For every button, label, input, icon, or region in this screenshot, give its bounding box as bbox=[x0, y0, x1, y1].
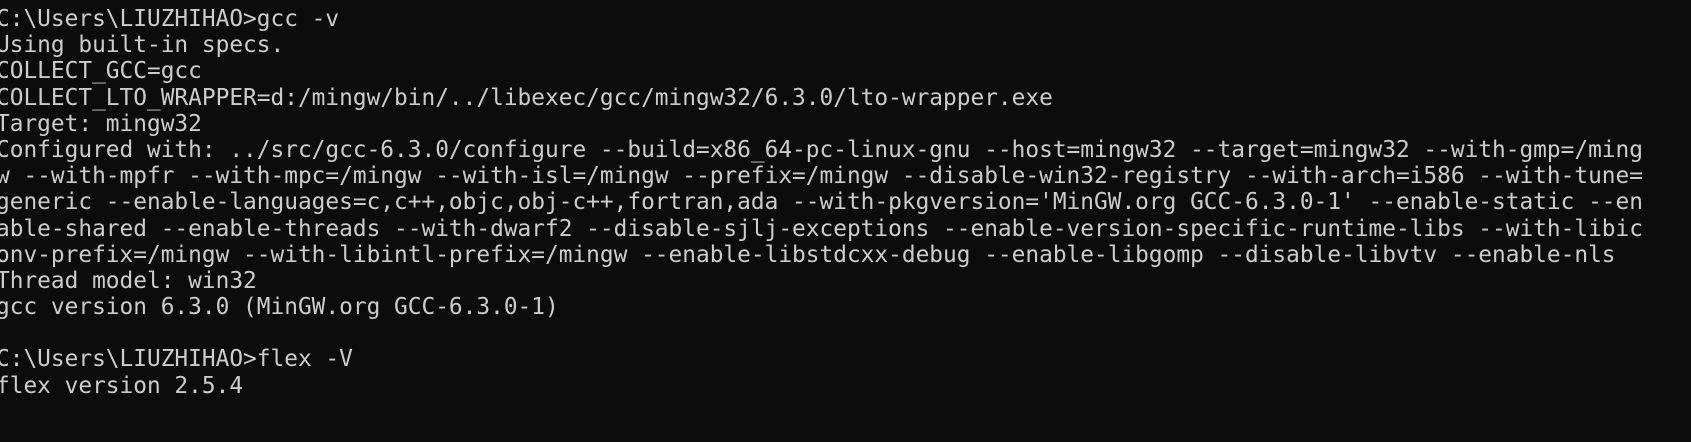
terminal-line: w --with-mpfr --with-mpc=/mingw --with-i… bbox=[0, 163, 1643, 190]
terminal-line: COLLECT_GCC=gcc bbox=[0, 58, 202, 85]
terminal-line-prompt-flex: C:\Users\LIUZHIHAO>flex -V bbox=[0, 346, 353, 373]
terminal-line: generic --enable-languages=c,c++,objc,ob… bbox=[0, 189, 1643, 216]
terminal-line: Configured with: ../src/gcc-6.3.0/config… bbox=[0, 136, 1643, 163]
terminal-line: flex version 2.5.4 bbox=[0, 372, 244, 399]
terminal-line: able-shared --enable-threads --with-dwar… bbox=[0, 215, 1643, 242]
terminal-line: COLLECT_LTO_WRAPPER=d:/mingw/bin/../libe… bbox=[0, 84, 1053, 111]
terminal-output[interactable]: C:\Users\LIUZHIHAO>gcc -v Using built-in… bbox=[0, 0, 1691, 442]
terminal-line: onv-prefix=/mingw --with-libintl-prefix=… bbox=[0, 241, 1616, 268]
terminal-line: Thread model: win32 bbox=[0, 267, 257, 294]
terminal-line: Target: mingw32 bbox=[0, 110, 202, 137]
terminal-line-prompt-gcc: C:\Users\LIUZHIHAO>gcc -v bbox=[0, 6, 340, 32]
terminal-line: Using built-in specs. bbox=[0, 32, 285, 59]
terminal-line: gcc version 6.3.0 (MinGW.org GCC-6.3.0-1… bbox=[0, 294, 559, 321]
